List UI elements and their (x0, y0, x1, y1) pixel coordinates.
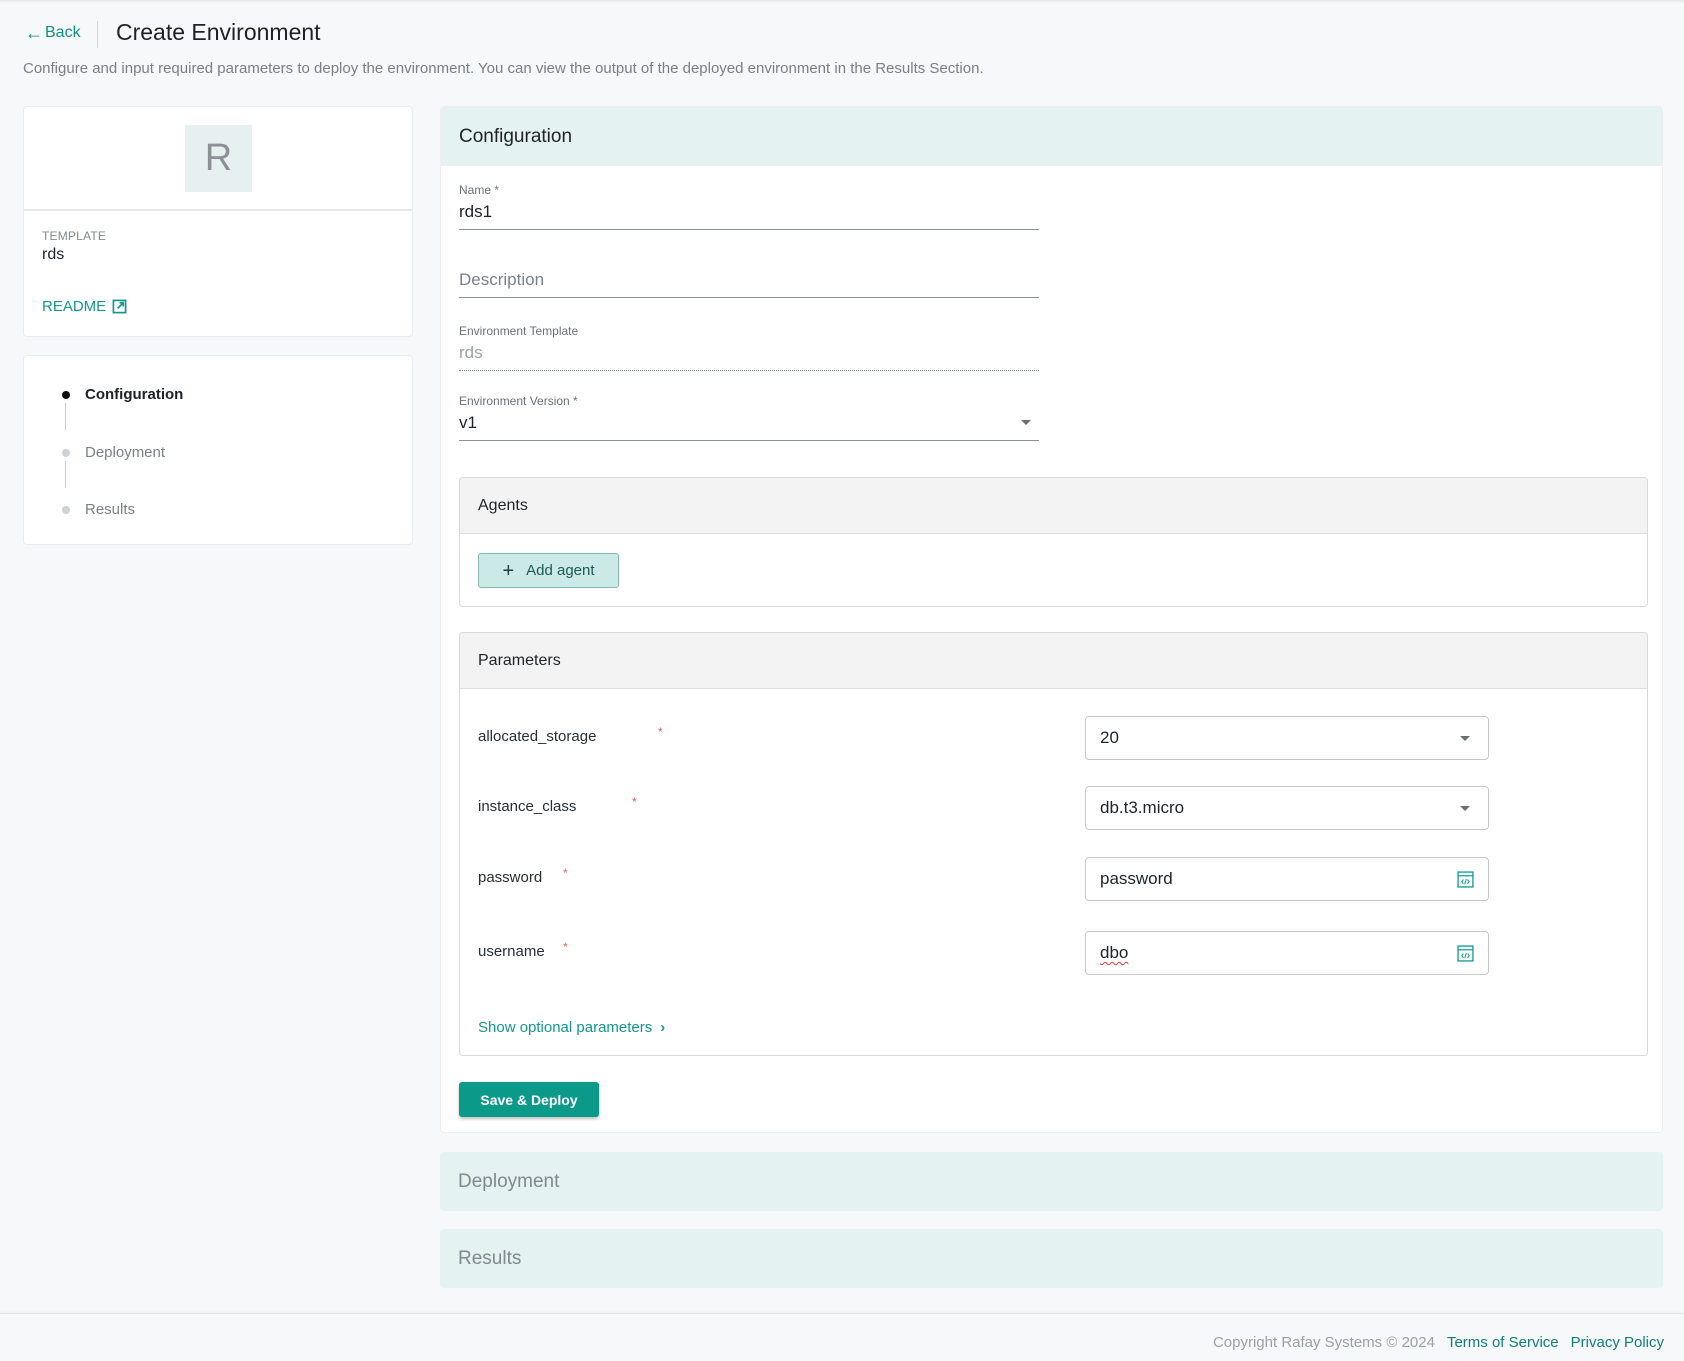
description-input[interactable]: Description (459, 268, 1039, 298)
template-value: rds (42, 246, 65, 263)
param-value: 20 (1100, 728, 1119, 747)
caret-down-icon (1460, 805, 1470, 811)
param-name: password (478, 869, 543, 886)
results-panel[interactable]: Results (440, 1229, 1663, 1288)
name-field[interactable]: Name * rds1 (459, 183, 1039, 230)
back-label: Back (45, 24, 81, 41)
environment-version-select[interactable]: v1 (459, 411, 1039, 441)
arrow-left-icon: ← (25, 23, 43, 43)
deployment-title: Deployment (458, 1170, 560, 1192)
param-name: username (478, 943, 545, 960)
page-title: Create Environment (116, 19, 321, 45)
results-title: Results (458, 1247, 522, 1269)
back-link[interactable]: ← Back (25, 24, 81, 42)
name-input[interactable]: rds1 (459, 200, 1039, 230)
chevron-right-icon: › (660, 1019, 666, 1036)
param-value: db.t3.micro (1100, 798, 1185, 817)
top-shadow (0, 0, 1684, 3)
environment-template-label: Environment Template (459, 324, 579, 338)
required-marker: * (563, 940, 568, 954)
environment-version-label: Environment Version * (459, 394, 578, 408)
step-dot-icon (62, 391, 70, 399)
plus-icon: + (502, 559, 515, 582)
name-label: Name * (459, 183, 500, 197)
param-row-password: password * password (478, 857, 1628, 901)
username-input[interactable]: dbo (1085, 931, 1489, 975)
step-label: Configuration (85, 386, 184, 403)
deployment-panel[interactable]: Deployment (440, 1152, 1663, 1211)
template-label: TEMPLATE (42, 229, 107, 243)
copyright-text: Copyright Rafay Systems © 2024 (1212, 1334, 1435, 1351)
terms-of-service-link[interactable]: Terms of Service (1447, 1334, 1559, 1351)
required-marker: * (632, 795, 637, 809)
agents-header: Agents (460, 478, 1647, 534)
param-name: allocated_storage (478, 728, 597, 745)
add-agent-button[interactable]: + Add agent (478, 553, 619, 588)
password-input[interactable]: password (1085, 857, 1489, 901)
privacy-policy-link[interactable]: Privacy Policy (1571, 1334, 1664, 1351)
code-editor-icon[interactable] (1457, 870, 1474, 888)
caret-down-icon (1021, 420, 1031, 425)
description-field[interactable]: Description (459, 265, 1039, 298)
external-link-icon (112, 299, 127, 314)
param-value: dbo (1100, 943, 1129, 962)
add-agent-label: Add agent (526, 562, 595, 579)
step-dot-icon (62, 449, 70, 457)
param-value: password (1100, 869, 1173, 888)
parameters-header: Parameters (460, 633, 1647, 689)
configuration-header[interactable]: Configuration (441, 107, 1662, 166)
configuration-panel: Configuration Name * rds1 Description En… (440, 106, 1663, 1133)
param-name: instance_class (478, 798, 577, 815)
readme-link[interactable]: README (42, 298, 127, 315)
steps-card: Configuration Deployment Results (23, 355, 413, 545)
card-divider (24, 209, 412, 211)
required-marker: * (563, 866, 568, 880)
agents-section: Agents + Add agent (459, 477, 1648, 607)
param-row-allocated-storage: allocated_storage * 20 (478, 716, 1628, 760)
step-connector (65, 403, 66, 430)
show-optional-parameters-link[interactable]: Show optional parameters › (478, 1019, 665, 1036)
environment-template-field: Environment Template rds (459, 324, 1039, 371)
instance-class-select[interactable]: db.t3.micro (1085, 786, 1489, 830)
step-label: Results (85, 501, 136, 518)
environment-version-value: v1 (459, 412, 477, 432)
title-divider (97, 21, 98, 48)
environment-version-field[interactable]: Environment Version * v1 (459, 394, 1039, 441)
parameters-section: Parameters allocated_storage * 20 instan… (459, 632, 1648, 1056)
page-subtitle: Configure and input required parameters … (23, 60, 984, 77)
step-dot-icon (62, 506, 70, 514)
footer: Copyright Rafay Systems © 2024 Terms of … (0, 1313, 1684, 1361)
environment-template-input: rds (459, 341, 1039, 371)
param-row-instance-class: instance_class * db.t3.micro (478, 786, 1628, 830)
template-card: R TEMPLATE rds README (23, 106, 413, 337)
required-marker: * (658, 725, 663, 739)
save-deploy-button[interactable]: Save & Deploy (459, 1082, 599, 1117)
caret-down-icon (1460, 735, 1470, 741)
step-label: Deployment (85, 444, 166, 461)
param-row-username: username * dbo (478, 931, 1628, 975)
step-connector (65, 461, 66, 488)
code-editor-icon[interactable] (1457, 944, 1474, 962)
template-avatar: R (185, 125, 252, 192)
allocated-storage-select[interactable]: 20 (1085, 716, 1489, 760)
show-optional-label: Show optional parameters (478, 1019, 653, 1036)
readme-label: README (42, 298, 107, 315)
